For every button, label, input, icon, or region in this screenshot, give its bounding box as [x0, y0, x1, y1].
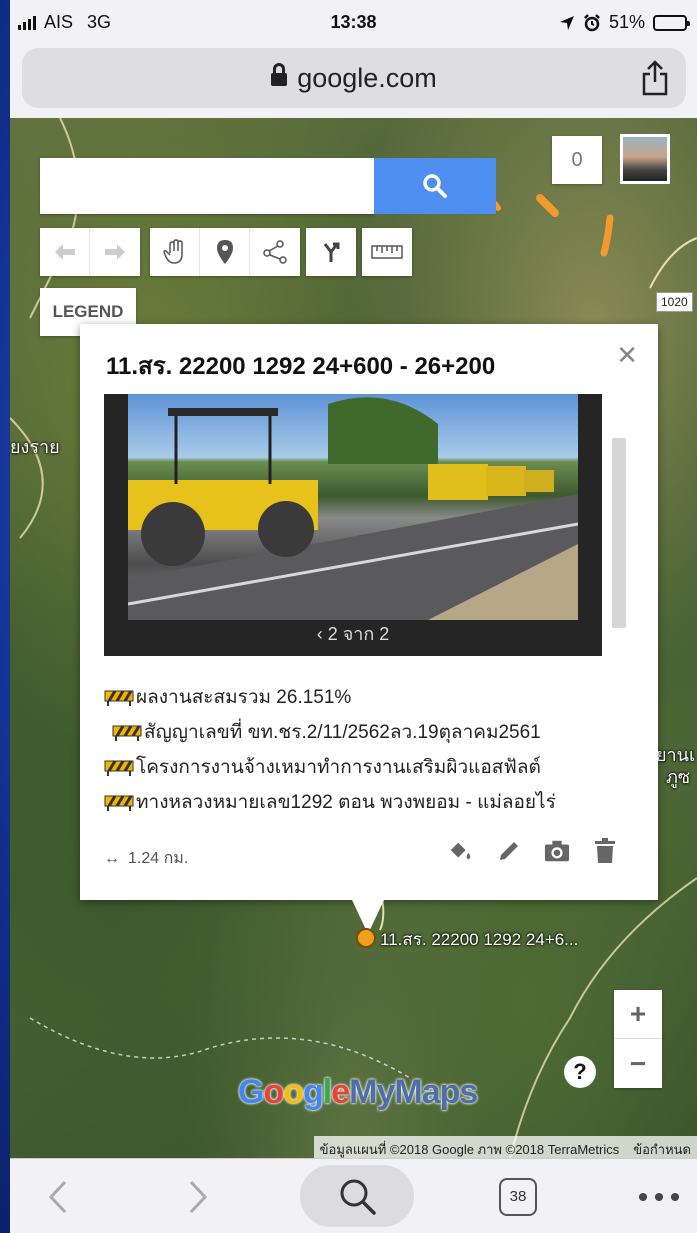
- camera-icon: [544, 840, 570, 862]
- distance-readout: ↔ 1.24 กม.: [104, 846, 188, 871]
- list-item: ผลงานสะสมรวม 26.151%: [104, 680, 634, 715]
- search-icon: [340, 1179, 376, 1215]
- marker-pin-icon: [216, 240, 233, 264]
- construction-barrier-icon: [112, 724, 142, 741]
- redo-icon: [105, 244, 125, 260]
- directions-button[interactable]: [306, 228, 356, 276]
- road-shield: 1020: [656, 292, 693, 312]
- search-input[interactable]: [40, 158, 375, 214]
- road-work-photo: [128, 394, 578, 620]
- phone-screen: AIS 3G 13:38 51% google.com 1020 ยงราย ย…: [10, 0, 697, 1233]
- forward-button[interactable]: [178, 1159, 218, 1233]
- add-photo-button[interactable]: [544, 838, 570, 864]
- construction-barrier-icon: [104, 794, 134, 811]
- url-text: google.com: [297, 62, 437, 93]
- help-icon[interactable]: ?: [564, 1056, 596, 1088]
- chevron-right-icon: [189, 1180, 208, 1213]
- search-button[interactable]: [300, 1165, 414, 1227]
- battery-percent: 51%: [608, 12, 645, 32]
- location-arrow-icon: [559, 15, 574, 30]
- address-bar[interactable]: google.com: [22, 48, 686, 108]
- logo-letter: l: [322, 1073, 333, 1111]
- counter-badge[interactable]: 0: [552, 136, 602, 184]
- construction-barrier-icon: [104, 689, 134, 706]
- logo-letter: e: [331, 1073, 350, 1111]
- search-button[interactable]: [374, 158, 496, 214]
- measure-button[interactable]: [362, 228, 412, 276]
- scrollbar[interactable]: [612, 438, 626, 628]
- history-toolbar: [40, 228, 140, 276]
- photo-gallery[interactable]: ‹ 2 จาก 2: [104, 394, 602, 656]
- style-paint-button[interactable]: [448, 838, 474, 864]
- marker-label[interactable]: 11.สร. 22200 1292 24+6...: [380, 926, 578, 953]
- terms-link[interactable]: ข้อกำหนด: [633, 1139, 691, 1157]
- gallery-nav[interactable]: ‹ 2 จาก 2: [104, 619, 602, 648]
- list-item: ทางหลวงหมายเลข1292 ตอน พวงพยอม - แม่ลอยไ…: [104, 785, 634, 820]
- google-my-maps-logo: GoogleMyMaps: [238, 1073, 478, 1112]
- draw-line-icon: [263, 240, 287, 264]
- draw-line-button[interactable]: [250, 228, 300, 276]
- lock-icon: [271, 63, 288, 91]
- logo-letter: o: [283, 1073, 304, 1111]
- hand-icon: [162, 239, 183, 264]
- place-label: ยงราย: [10, 437, 60, 457]
- paint-bucket-icon: [450, 842, 471, 860]
- list-item: สัญญาเลขที่ ขท.ชร.2/11/2562ลว.19ตุลาคม25…: [104, 715, 634, 750]
- map-marker[interactable]: [356, 928, 376, 948]
- description-list: ผลงานสะสมรวม 26.151% สัญญาเลขที่ ขท.ชร.2…: [104, 680, 634, 820]
- ruler-icon: [371, 245, 403, 259]
- attribution-text: ข้อมูลแผนที่ ©2018 Google ภาพ ©2018 Terr…: [319, 1142, 620, 1157]
- zoom-in-button[interactable]: +: [614, 990, 662, 1039]
- zoom-controls: + −: [614, 990, 662, 1088]
- distance-arrows-icon: ↔: [104, 849, 120, 867]
- add-marker-button[interactable]: [200, 228, 250, 276]
- logo-maps-text: Maps: [394, 1073, 478, 1111]
- edit-toolbar: [150, 228, 300, 276]
- tab-count: 38: [499, 1177, 537, 1216]
- logo-my-text: My: [349, 1073, 395, 1111]
- zoom-out-button[interactable]: −: [614, 1039, 662, 1088]
- place-label: ภูซ: [666, 767, 691, 787]
- chevron-left-icon: [48, 1180, 67, 1213]
- map-attribution: ข้อมูลแผนที่ ©2018 Google ภาพ ©2018 Terr…: [313, 1136, 697, 1158]
- logo-google-text: Google: [238, 1073, 350, 1111]
- list-item: โครงการงานจ้างเหมาทำการงานเสริมผิวแอสฟัล…: [104, 750, 634, 785]
- browser-toolbar: 38: [10, 1158, 697, 1233]
- delete-button[interactable]: [592, 838, 618, 864]
- redo-button[interactable]: [90, 228, 140, 276]
- search-icon: [423, 174, 447, 198]
- construction-barrier-icon: [104, 759, 134, 776]
- back-button[interactable]: [38, 1159, 78, 1233]
- popup-actions: [448, 838, 618, 864]
- logo-letter: o: [263, 1073, 284, 1111]
- undo-icon: [54, 244, 75, 260]
- share-icon[interactable]: [640, 60, 670, 96]
- undo-button[interactable]: [40, 228, 90, 276]
- map-canvas[interactable]: 1020 ยงราย ยานเ ภูซ LEGEND 0 11.สร. 2220…: [10, 118, 697, 1158]
- directions-toolbar: [306, 228, 356, 276]
- logo-letter: G: [238, 1073, 264, 1111]
- alarm-icon: [584, 13, 600, 31]
- avatar[interactable]: [620, 134, 670, 184]
- more-button[interactable]: [636, 1159, 682, 1233]
- tabs-button[interactable]: 38: [496, 1159, 540, 1233]
- directions-icon: [323, 242, 340, 262]
- popup-title: 11.สร. 22200 1292 24+600 - 26+200: [106, 353, 496, 380]
- trash-icon: [595, 838, 615, 863]
- distance-value: 1.24 กม.: [128, 850, 189, 867]
- pan-tool-button[interactable]: [150, 228, 200, 276]
- measure-toolbar: [362, 228, 412, 276]
- more-dots-icon: [639, 1192, 679, 1201]
- edit-button[interactable]: [496, 838, 522, 864]
- info-window: 11.สร. 22200 1292 24+600 - 26+200 ✕ ‹ 2 …: [80, 324, 658, 934]
- status-bar: AIS 3G 13:38 51%: [10, 0, 697, 44]
- logo-letter: g: [303, 1073, 324, 1111]
- pencil-icon: [500, 842, 518, 860]
- close-icon[interactable]: ✕: [616, 340, 638, 371]
- battery-icon: [653, 14, 690, 31]
